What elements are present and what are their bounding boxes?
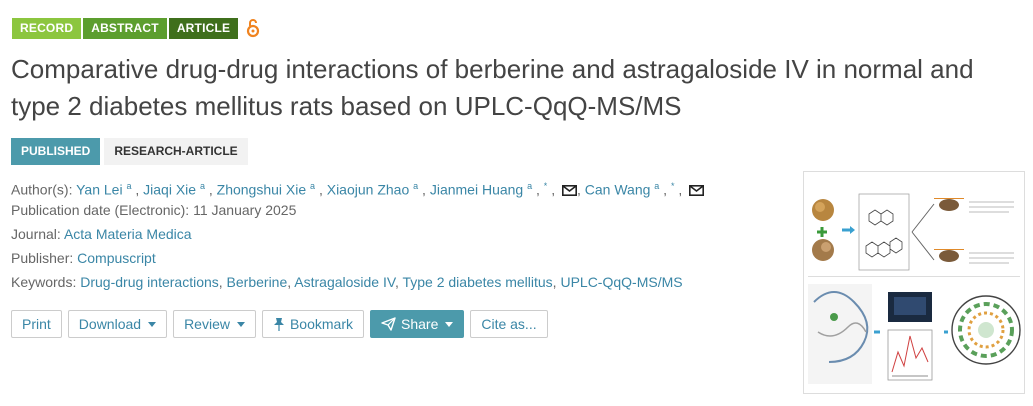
publisher-link[interactable]: Compuscript xyxy=(77,250,156,266)
author-link[interactable]: Zhongshui Xie xyxy=(217,182,307,198)
publisher-row: Publisher: Compuscript xyxy=(11,247,704,271)
share-button[interactable]: Share xyxy=(370,310,465,338)
pubdate-row: Publication date (Electronic): 11 Januar… xyxy=(11,199,704,223)
corresponding-mark: * xyxy=(670,181,675,191)
article-title: Comparative drug-drug interactions of be… xyxy=(11,54,974,121)
keyword-link[interactable]: Berberine xyxy=(227,274,288,290)
pubdate-label: Publication date (Electronic): xyxy=(11,202,190,218)
authors-row: Author(s): Yan Lei a , Jiaqi Xie a , Zho… xyxy=(11,175,705,199)
paper-plane-icon xyxy=(381,317,396,331)
chevron-down-icon xyxy=(148,321,157,327)
published-badge: PUBLISHED xyxy=(11,138,101,165)
keywords-label: Keywords: xyxy=(11,274,77,290)
action-toolbar: Print Download Review Bookmark Share Cit… xyxy=(11,310,548,338)
review-button[interactable]: Review xyxy=(173,310,256,338)
author-affiliation[interactable]: a xyxy=(126,181,131,191)
publisher-label: Publisher: xyxy=(11,250,74,266)
keyword-link[interactable]: Drug-drug interactions xyxy=(80,274,219,290)
cite-label: Cite as... xyxy=(481,316,537,332)
author-affiliation[interactable]: a xyxy=(310,181,315,191)
author-link[interactable]: Yan Lei xyxy=(76,182,122,198)
author-link[interactable]: Xiaojun Zhao xyxy=(327,182,410,198)
chevron-down-icon xyxy=(445,321,454,327)
share-label: Share xyxy=(401,316,439,332)
open-lock-icon xyxy=(246,17,260,39)
pushpin-icon xyxy=(273,317,285,331)
author-affiliation[interactable]: a xyxy=(654,181,659,191)
tag-article: ARTICLE xyxy=(168,17,239,39)
cite-button[interactable]: Cite as... xyxy=(470,310,548,338)
pubdate-value: 11 January 2025 xyxy=(193,202,297,218)
keyword-link[interactable]: Type 2 diabetes mellitus xyxy=(402,274,552,290)
bookmark-label: Bookmark xyxy=(289,316,353,332)
journal-row: Journal: Acta Materia Medica xyxy=(11,223,704,247)
review-label: Review xyxy=(184,316,230,332)
keywords-row: Keywords: Drug-drug interactions, Berber… xyxy=(11,274,683,290)
author-link[interactable]: Jianmei Huang xyxy=(430,182,523,198)
corresponding-mark: * xyxy=(543,181,548,191)
author-link[interactable]: Can Wang xyxy=(585,182,651,198)
article-tags: RECORD ABSTRACT ARTICLE xyxy=(12,17,260,39)
authors-label: Author(s): xyxy=(11,181,73,198)
print-button[interactable]: Print xyxy=(11,310,62,338)
email-icon[interactable] xyxy=(561,180,577,196)
author-affiliation[interactable]: a xyxy=(413,181,418,191)
tag-record: RECORD xyxy=(12,17,82,39)
download-label: Download xyxy=(78,316,142,332)
publication-status: PUBLISHED RESEARCH-ARTICLE xyxy=(11,138,248,165)
download-button[interactable]: Download xyxy=(67,310,168,338)
journal-link[interactable]: Acta Materia Medica xyxy=(64,226,192,242)
author-link[interactable]: Jiaqi Xie xyxy=(143,182,196,198)
bookmark-button[interactable]: Bookmark xyxy=(261,310,364,338)
print-label: Print xyxy=(22,316,51,332)
tag-abstract: ABSTRACT xyxy=(83,17,167,39)
keyword-link[interactable]: UPLC-QqQ-MS/MS xyxy=(560,274,682,290)
email-icon[interactable] xyxy=(689,180,705,196)
chevron-down-icon xyxy=(236,321,245,327)
graphical-abstract[interactable] xyxy=(803,171,1025,394)
article-type-badge: RESEARCH-ARTICLE xyxy=(104,138,248,165)
article-metadata: Author(s): Yan Lei a , Jiaqi Xie a , Zho… xyxy=(11,175,705,295)
graphical-abstract-image xyxy=(804,172,1024,393)
journal-label: Journal: xyxy=(11,226,61,242)
author-affiliation[interactable]: a xyxy=(200,181,205,191)
author-affiliation[interactable]: a xyxy=(527,181,532,191)
keyword-link[interactable]: Astragaloside IV xyxy=(294,274,395,290)
